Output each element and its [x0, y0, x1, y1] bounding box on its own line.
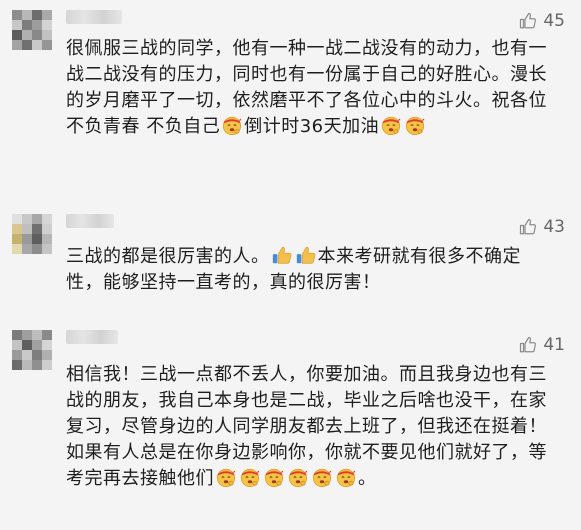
comment-text-segment: 。	[358, 468, 377, 489]
fighting-emoji	[382, 116, 401, 135]
username-blurred	[66, 214, 114, 228]
comment-item: 45 很佩服三战的同学，他有一种一战二战没有的动力，也有一战二战没有的压力，同时…	[0, 0, 581, 190]
avatar[interactable]	[12, 10, 52, 50]
thumbs-up-icon	[520, 218, 537, 235]
thumbs-up-icon	[520, 12, 537, 29]
comment-item: 43 三战的都是很厉害的人。 本来考研就有很多不确定性，能够坚持一直考的，真的很厉…	[0, 206, 581, 316]
fighting-emoji	[312, 468, 332, 487]
fighting-emoji	[240, 468, 260, 487]
comment-item: 41 相信我！三战一点都不丢人，你要加油。而且我身边也有三战的朋友，我自己本身也…	[0, 322, 581, 530]
comment-text: 相信我！三战一点都不丢人，你要加油。而且我身边也有三战的朋友，我自己本身也是二战…	[66, 362, 556, 492]
fighting-emoji	[288, 468, 308, 487]
like-button[interactable]: 45	[519, 10, 565, 32]
fighting-emoji	[216, 468, 236, 487]
comment-text-segment: 三战的都是很厉害的人。	[66, 246, 270, 267]
thumbs-up-emoji	[296, 246, 315, 264]
like-count: 43	[543, 217, 565, 237]
fighting-emoji	[336, 468, 356, 487]
thumbs-up-emoji	[272, 246, 291, 264]
username-blurred	[66, 330, 118, 344]
fighting-emoji	[264, 468, 284, 487]
fighting-emoji	[223, 116, 242, 135]
avatar[interactable]	[12, 330, 52, 370]
like-button[interactable]: 43	[519, 216, 565, 238]
like-count: 45	[543, 11, 565, 31]
comment-text-segment: 倒计时36天加油	[244, 116, 380, 137]
avatar[interactable]	[12, 214, 52, 254]
like-button[interactable]: 41	[519, 334, 565, 356]
comment-text: 很佩服三战的同学，他有一种一战二战没有的动力，也有一战二战没有的压力，同时也有一…	[66, 36, 556, 140]
username-blurred	[66, 10, 122, 24]
comment-text: 三战的都是很厉害的人。 本来考研就有很多不确定性，能够坚持一直考的，真的很厉害！	[66, 244, 556, 296]
fighting-emoji	[406, 116, 425, 135]
thumbs-up-icon	[520, 336, 537, 353]
like-count: 41	[543, 335, 565, 355]
